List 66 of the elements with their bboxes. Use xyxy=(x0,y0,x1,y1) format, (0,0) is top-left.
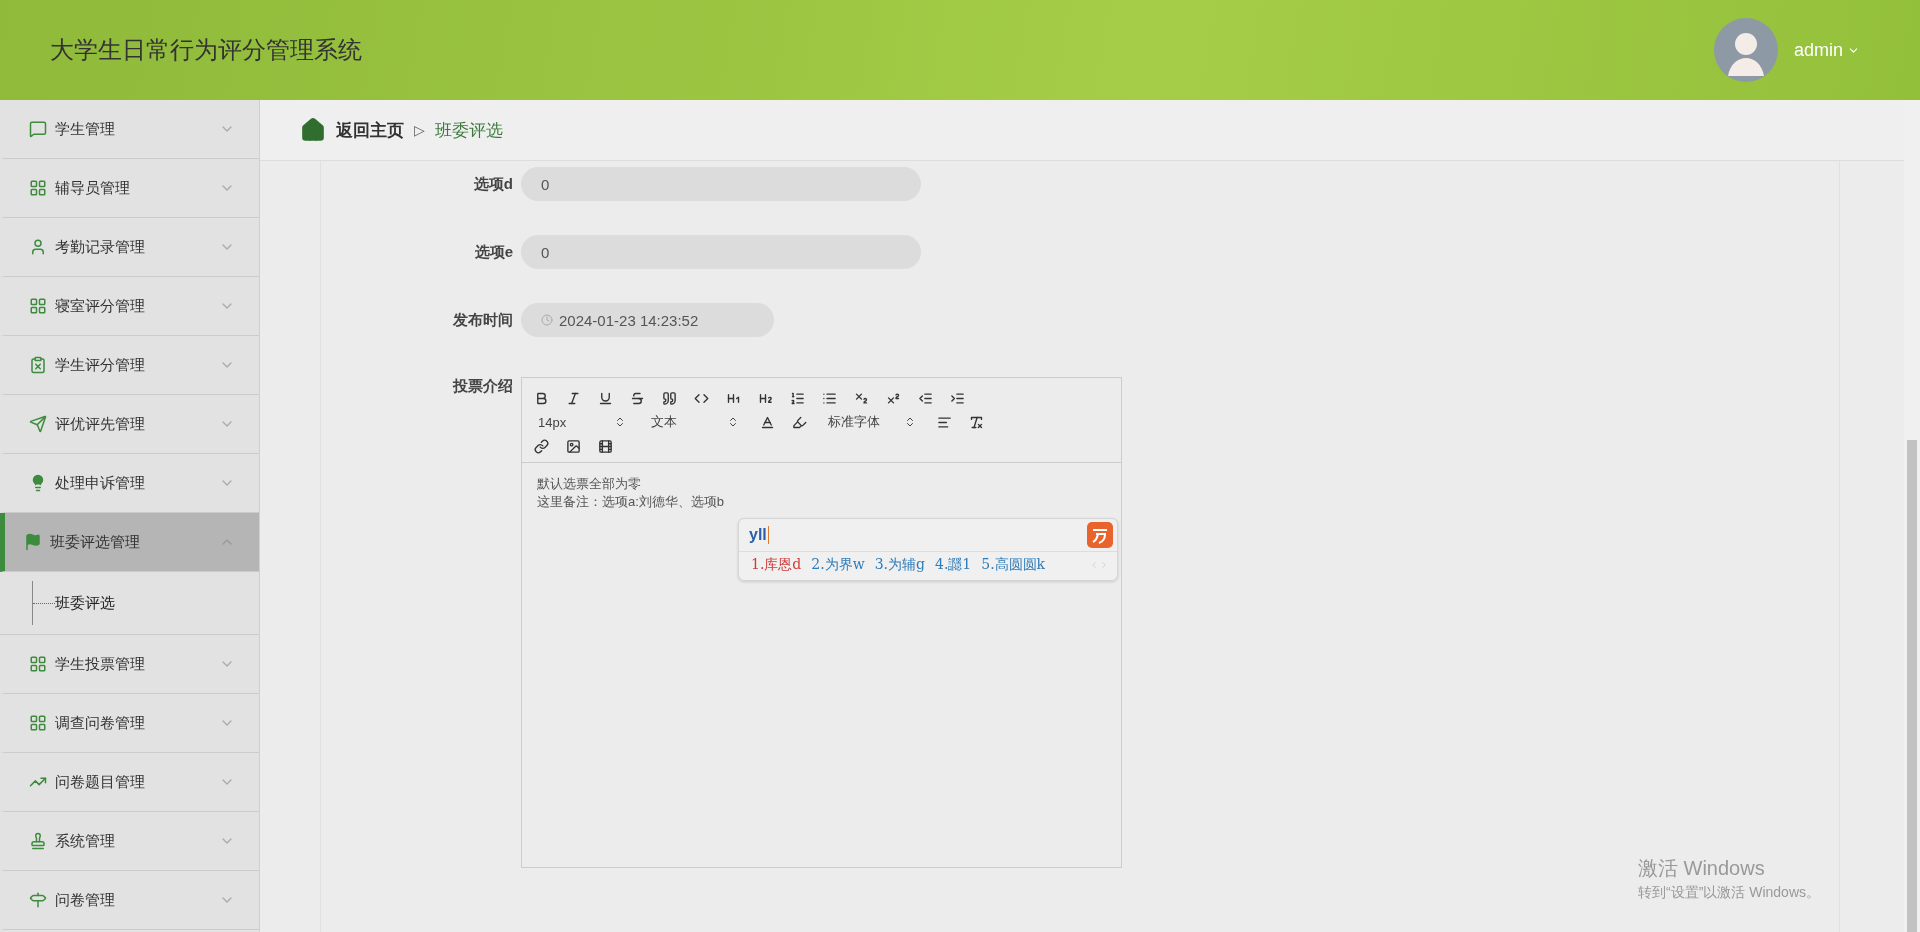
sidebar-item[interactable]: 考勤记录管理 xyxy=(0,218,259,277)
quote-icon[interactable] xyxy=(660,390,679,406)
person-icon xyxy=(29,238,47,256)
home-link[interactable]: 返回主页 xyxy=(336,118,404,142)
ime-candidate[interactable]: 1.库恩d xyxy=(751,556,802,574)
ime-candidate[interactable]: 3.为辅g xyxy=(874,556,925,574)
toolbar-select[interactable]: 14px xyxy=(532,414,632,430)
activation-title: 激活 Windows xyxy=(1638,856,1766,881)
flag-icon xyxy=(24,533,42,551)
field-label: 发布时间 xyxy=(452,310,513,330)
scrollbar[interactable] xyxy=(1904,100,1920,932)
stamp-icon xyxy=(29,832,47,850)
clipboard-icon xyxy=(29,356,47,374)
sidebar-item[interactable]: 问卷题目管理 xyxy=(0,753,259,812)
sidebar-item[interactable]: 学生评分管理 xyxy=(0,336,259,395)
sidebar-item[interactable]: 辅导员管理 xyxy=(0,159,259,218)
home-icon xyxy=(300,117,326,143)
video-icon[interactable] xyxy=(596,438,615,454)
align-icon[interactable] xyxy=(935,414,954,430)
indent-icon[interactable] xyxy=(948,390,967,406)
datetime-field[interactable]: 2024-01-23 14:23:52 xyxy=(521,303,774,337)
rich-text-editor[interactable]: 14px 文本 标准字体 默认选票全部为零 这里备注：选项a:刘德华、选项b yll 1.库恩d 2.为界w 3.为辅g 4.讔1 5.高圆圆k xyxy=(521,377,1122,868)
grid-icon xyxy=(29,714,47,732)
ime-input: yll xyxy=(749,526,769,544)
app-title: 大学生日常行为评分管理系统 xyxy=(50,35,362,65)
paper-plane-icon xyxy=(29,415,47,433)
editor-text: 这里备注：选项a:刘德华、选项b xyxy=(537,493,726,511)
sidebar-item[interactable]: 学生管理 xyxy=(0,100,259,159)
activation-text: 转到“设置”以激活 Windows。 xyxy=(1638,884,1820,902)
input-field[interactable]: 0 xyxy=(521,167,921,201)
breadcrumb-separator: ▷ xyxy=(414,122,425,138)
ime-candidate[interactable]: 4.讔1 xyxy=(935,556,972,574)
sidebar-subitem[interactable]: 班委评选 xyxy=(55,593,115,613)
breadcrumb-current: 班委评选 xyxy=(434,119,503,142)
sidebar-item[interactable]: 问卷管理 xyxy=(0,871,259,930)
grid-icon xyxy=(29,655,47,673)
updown-icon xyxy=(614,416,626,428)
toolbar-select[interactable]: 文本 xyxy=(645,413,745,431)
grid-icon xyxy=(29,297,47,315)
grid-icon xyxy=(29,179,47,197)
bullet-list-icon[interactable] xyxy=(820,390,839,406)
image-icon[interactable] xyxy=(564,438,583,454)
field-label: 投票介绍 xyxy=(451,377,513,396)
clock-icon xyxy=(541,314,553,326)
updown-icon xyxy=(727,416,739,428)
ime-candidate[interactable]: 5.高圆圆k xyxy=(981,556,1046,574)
ime-logo-icon xyxy=(1087,522,1113,548)
ime-candidate[interactable]: 2.为界w xyxy=(811,556,865,574)
signpost-icon xyxy=(29,891,47,909)
updown-icon xyxy=(904,416,916,428)
editor-text: 默认选票全部为零 xyxy=(537,475,642,493)
sidebar-item[interactable]: 系统管理 xyxy=(0,812,259,871)
sidebar-item[interactable]: 班委评选管理 xyxy=(0,513,259,572)
outdent-icon[interactable] xyxy=(916,390,935,406)
link-icon[interactable] xyxy=(532,438,551,454)
sidebar-item[interactable]: 学生投票管理 xyxy=(0,635,259,694)
numbered-list-icon[interactable] xyxy=(788,390,807,406)
sidebar-item[interactable]: 寝室评分管理 xyxy=(0,277,259,336)
field-label: 选项e xyxy=(473,242,513,262)
toolbar-select[interactable]: 标准字体 xyxy=(822,413,922,431)
field-label: 选项d xyxy=(472,174,513,194)
input-field[interactable]: 0 xyxy=(521,235,921,269)
highlight-icon[interactable] xyxy=(790,414,809,430)
sidebar-item[interactable]: 评优评先管理 xyxy=(0,395,259,454)
sidebar-item[interactable]: 调查问卷管理 xyxy=(0,694,259,753)
message-icon xyxy=(29,120,47,138)
